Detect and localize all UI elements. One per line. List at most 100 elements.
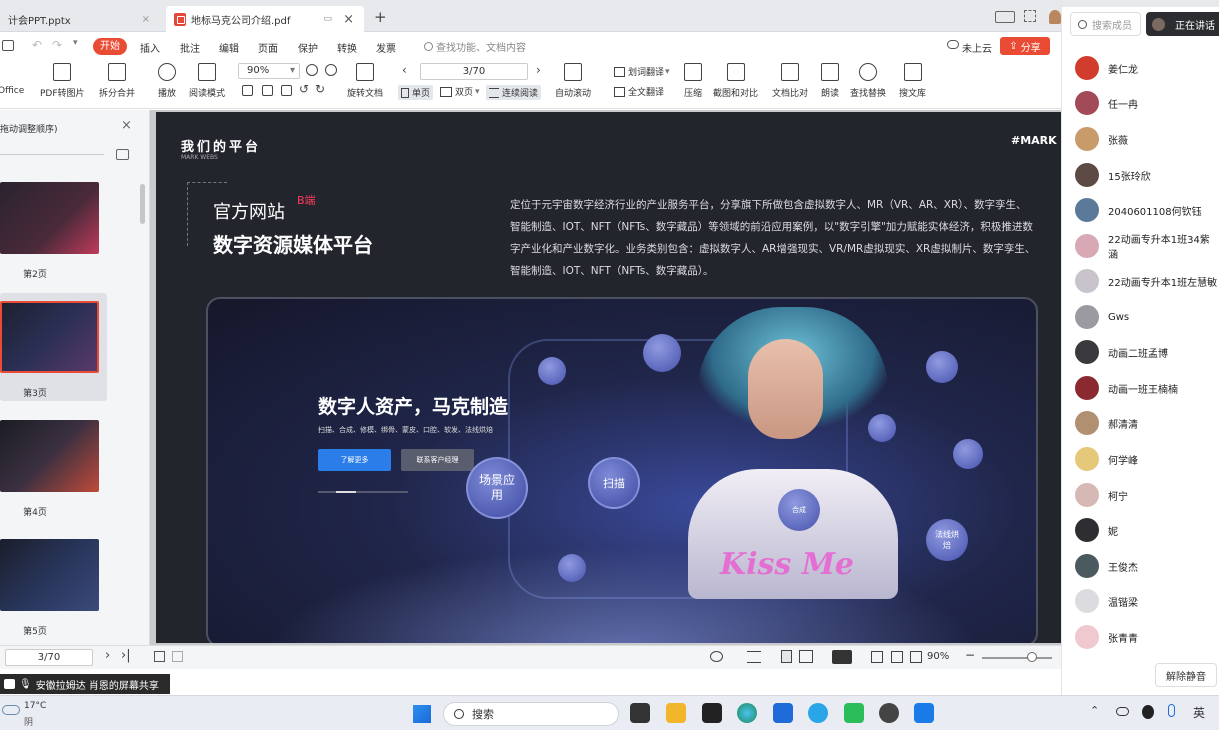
menu-convert[interactable]: 转换 (337, 40, 357, 55)
chevron-up-icon[interactable]: ⌃ (1090, 704, 1099, 717)
split-merge-button[interactable]: 拆分合并 (99, 63, 135, 99)
ie-icon[interactable] (808, 703, 828, 723)
tab-pdf[interactable]: 地标马克公司介绍.pdf ▭ × (166, 6, 364, 32)
single-page-icon[interactable] (781, 650, 792, 663)
close-icon[interactable]: × (142, 14, 150, 25)
windows-start-icon[interactable] (413, 705, 431, 723)
zoom-select[interactable]: 90% ▾ (238, 63, 300, 79)
page-input[interactable]: 3/70 (420, 63, 528, 80)
pdf-to-image-button[interactable]: PDF转图片 (40, 63, 85, 99)
doc-compare-button[interactable]: 文档比对 (772, 63, 808, 99)
actual-size-icon[interactable] (871, 651, 883, 663)
cloud-weather-icon[interactable] (2, 705, 20, 715)
edge-browser-icon[interactable] (737, 703, 757, 723)
member-item[interactable]: 柯宁 (1075, 482, 1128, 508)
function-search[interactable]: 查找功能、文档内容 (424, 39, 526, 54)
member-item[interactable]: 妮 (1075, 517, 1118, 543)
menu-page[interactable]: 页面 (258, 40, 278, 55)
unmute-button[interactable]: 解除静音 (1155, 663, 1217, 687)
member-item[interactable]: 王俊杰 (1075, 553, 1138, 579)
menu-annotate[interactable]: 批注 (180, 40, 200, 55)
grid-icon[interactable] (1024, 10, 1036, 22)
single-page-button[interactable]: 单页 (398, 85, 434, 100)
member-item[interactable]: 任一冉 (1075, 90, 1138, 116)
compress-button[interactable]: 压缩 (684, 63, 702, 99)
fit-width-icon[interactable] (910, 651, 922, 663)
find-replace-button[interactable]: 查找替换 (850, 63, 886, 99)
member-item[interactable]: 22动画专升本1班34紫涵 (1075, 233, 1219, 261)
back-icon[interactable] (154, 651, 165, 662)
menu-invoice[interactable]: 发票 (376, 40, 396, 55)
member-item[interactable]: 郝清清 (1075, 410, 1138, 436)
zoom-in-icon[interactable] (325, 64, 337, 76)
tab-pptx[interactable]: 计会PPT.pptx × (0, 6, 160, 32)
member-search-input[interactable]: 搜索成员 (1070, 12, 1141, 36)
read-aloud-button[interactable]: 朗读 (821, 63, 839, 99)
forward-icon[interactable] (172, 651, 183, 662)
office-button[interactable]: Office (0, 63, 24, 96)
print-icon[interactable] (2, 40, 14, 51)
continuous-icon[interactable] (747, 651, 761, 663)
double-page-icon[interactable] (799, 650, 813, 663)
wechat-icon[interactable] (844, 703, 864, 723)
member-item[interactable]: 温锴梁 (1075, 588, 1138, 614)
member-item[interactable]: 张青青 (1075, 624, 1138, 650)
member-item[interactable]: 动画二班孟博 (1075, 339, 1168, 365)
file-explorer-icon[interactable] (666, 703, 686, 723)
user-avatar[interactable] (1049, 10, 1061, 24)
store-icon[interactable] (773, 703, 793, 723)
play-button[interactable]: 播放 (158, 63, 176, 99)
app-icon[interactable] (879, 703, 899, 723)
cloud-icon[interactable] (1116, 707, 1129, 716)
app-icon[interactable] (702, 703, 722, 723)
full-translate-button[interactable]: 全文翻译 (614, 85, 664, 98)
last-page-icon[interactable]: ›| (121, 648, 131, 663)
undo-icon[interactable]: ↶ (32, 38, 42, 52)
member-item[interactable]: Gws (1075, 304, 1129, 330)
input-language[interactable]: 英 (1193, 704, 1205, 721)
menu-insert[interactable]: 插入 (140, 40, 160, 55)
search-library-button[interactable]: 搜文库 (899, 63, 926, 99)
play-icon[interactable] (832, 650, 852, 664)
fit-page-icon[interactable] (891, 651, 903, 663)
task-view-icon[interactable] (630, 703, 650, 723)
screenshot-compare-button[interactable]: 截图和对比 (713, 63, 758, 99)
member-item[interactable]: 15张玲欣 (1075, 162, 1151, 188)
thumbnail-page-3[interactable] (0, 301, 99, 373)
fit-page-icon[interactable] (262, 85, 273, 96)
next-page-icon[interactable]: › (536, 63, 541, 77)
microphone-icon[interactable] (1168, 704, 1175, 717)
menu-start[interactable]: 开始 (93, 38, 127, 55)
rotate-doc-button[interactable]: 旋转文档 (347, 63, 383, 99)
read-mode-button[interactable]: 阅读模式 (189, 63, 225, 99)
zoom-slider[interactable] (982, 657, 1052, 659)
sidebar-slider[interactable] (0, 154, 104, 155)
member-item[interactable]: 张薇 (1075, 126, 1128, 152)
fit-width-icon[interactable] (281, 85, 292, 96)
member-item[interactable]: 2040601108何钦钰 (1075, 197, 1202, 223)
close-icon[interactable]: × (343, 12, 354, 27)
continuous-read-button[interactable]: 连续阅读 (486, 85, 542, 100)
rotate-left-icon[interactable]: ↺ (299, 82, 309, 96)
page-input-bottom[interactable]: 3/70 (5, 649, 93, 666)
zoom-slider-handle[interactable] (1027, 652, 1037, 662)
thumbnail-page-4[interactable] (0, 420, 99, 492)
thumbnail-page-5[interactable] (0, 539, 99, 611)
next-page-icon[interactable]: › (105, 648, 110, 663)
image-icon[interactable] (116, 149, 129, 160)
auto-scroll-button[interactable]: 自动滚动 (555, 63, 591, 99)
new-tab-icon[interactable]: + (374, 8, 387, 26)
zoom-out-icon[interactable]: − (965, 648, 975, 662)
cloud-status[interactable]: 未上云 (962, 40, 992, 55)
double-page-button[interactable]: 双页 ▾ (440, 85, 480, 98)
close-icon[interactable]: × (121, 118, 132, 133)
zoom-value-bottom[interactable]: 90% (927, 651, 949, 662)
member-item[interactable]: 姜仁龙 (1075, 55, 1138, 81)
share-button[interactable]: ⇪ 分享 (1000, 37, 1050, 55)
penguin-icon[interactable] (1142, 705, 1154, 719)
meeting-app-icon[interactable] (914, 703, 934, 723)
sidebar-scrollbar[interactable] (140, 184, 145, 224)
member-item[interactable]: 何学峰 (1075, 446, 1138, 472)
word-translate-button[interactable]: 划词翻译 ▾ (614, 65, 670, 78)
taskbar-search[interactable]: 搜索 (443, 702, 619, 726)
